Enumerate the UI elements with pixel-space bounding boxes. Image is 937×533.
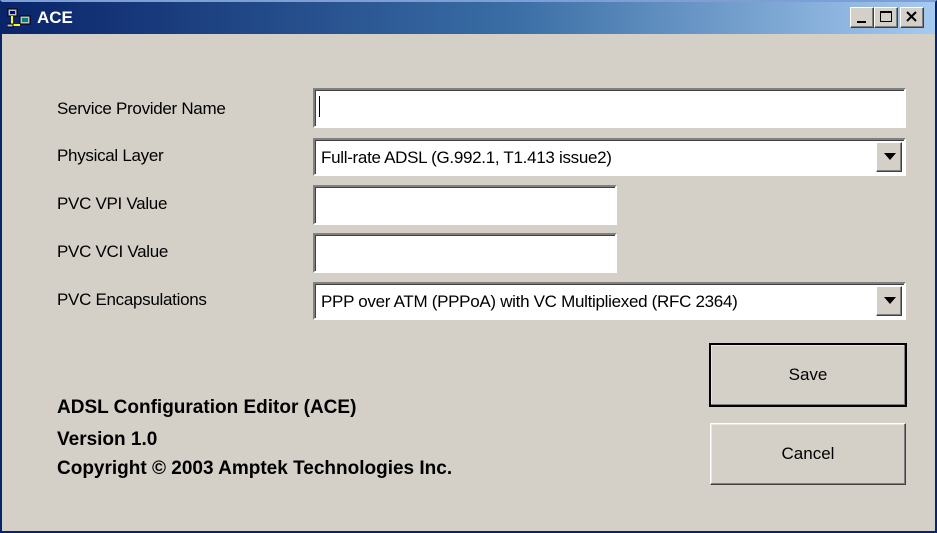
service-provider-name-input[interactable]: [313, 88, 906, 128]
pvc-vci-label: PVC VCI Value: [57, 242, 169, 261]
chevron-down-icon: [884, 297, 896, 304]
physical-layer-value: Full-rate ADSL (G.992.1, T1.413 issue2): [321, 148, 612, 167]
close-button[interactable]: [900, 7, 924, 28]
pvc-encapsulations-value: PPP over ATM (PPPoA) with VC Multipliexe…: [321, 292, 738, 311]
physical-layer-dropdown-button[interactable]: [876, 142, 902, 172]
copyright-text: Copyright © 2003 Amptek Technologies Inc…: [57, 458, 453, 479]
window-title: ACE: [37, 8, 73, 27]
version-text: Version 1.0: [57, 429, 158, 450]
pvc-encapsulations-label: PVC Encapsulations: [57, 290, 207, 309]
pvc-encapsulations-select[interactable]: PPP over ATM (PPPoA) with VC Multipliexe…: [313, 282, 906, 320]
cancel-button[interactable]: Cancel: [710, 423, 906, 485]
save-button[interactable]: Save: [709, 343, 907, 407]
physical-layer-select[interactable]: Full-rate ADSL (G.992.1, T1.413 issue2): [313, 138, 906, 176]
maximize-icon: [880, 11, 892, 22]
product-name: ADSL Configuration Editor (ACE): [57, 397, 357, 418]
pvc-vci-input[interactable]: [313, 233, 617, 273]
pvc-vpi-input[interactable]: [313, 185, 617, 225]
maximize-button[interactable]: [874, 7, 898, 28]
close-icon: [906, 11, 917, 22]
chevron-down-icon: [884, 153, 896, 160]
service-provider-name-label: Service Provider Name: [57, 99, 226, 118]
text-caret: [319, 96, 320, 117]
pvc-vpi-label: PVC VPI Value: [57, 194, 168, 213]
pvc-encapsulations-dropdown-button[interactable]: [876, 286, 902, 316]
network-app-icon: [6, 8, 31, 28]
physical-layer-label: Physical Layer: [57, 146, 164, 165]
minimize-button[interactable]: [850, 7, 874, 28]
title-bar[interactable]: ACE: [2, 2, 935, 34]
ace-window: ACE Service Provider Name Physical Layer…: [0, 0, 937, 533]
minimize-icon: [857, 21, 866, 23]
